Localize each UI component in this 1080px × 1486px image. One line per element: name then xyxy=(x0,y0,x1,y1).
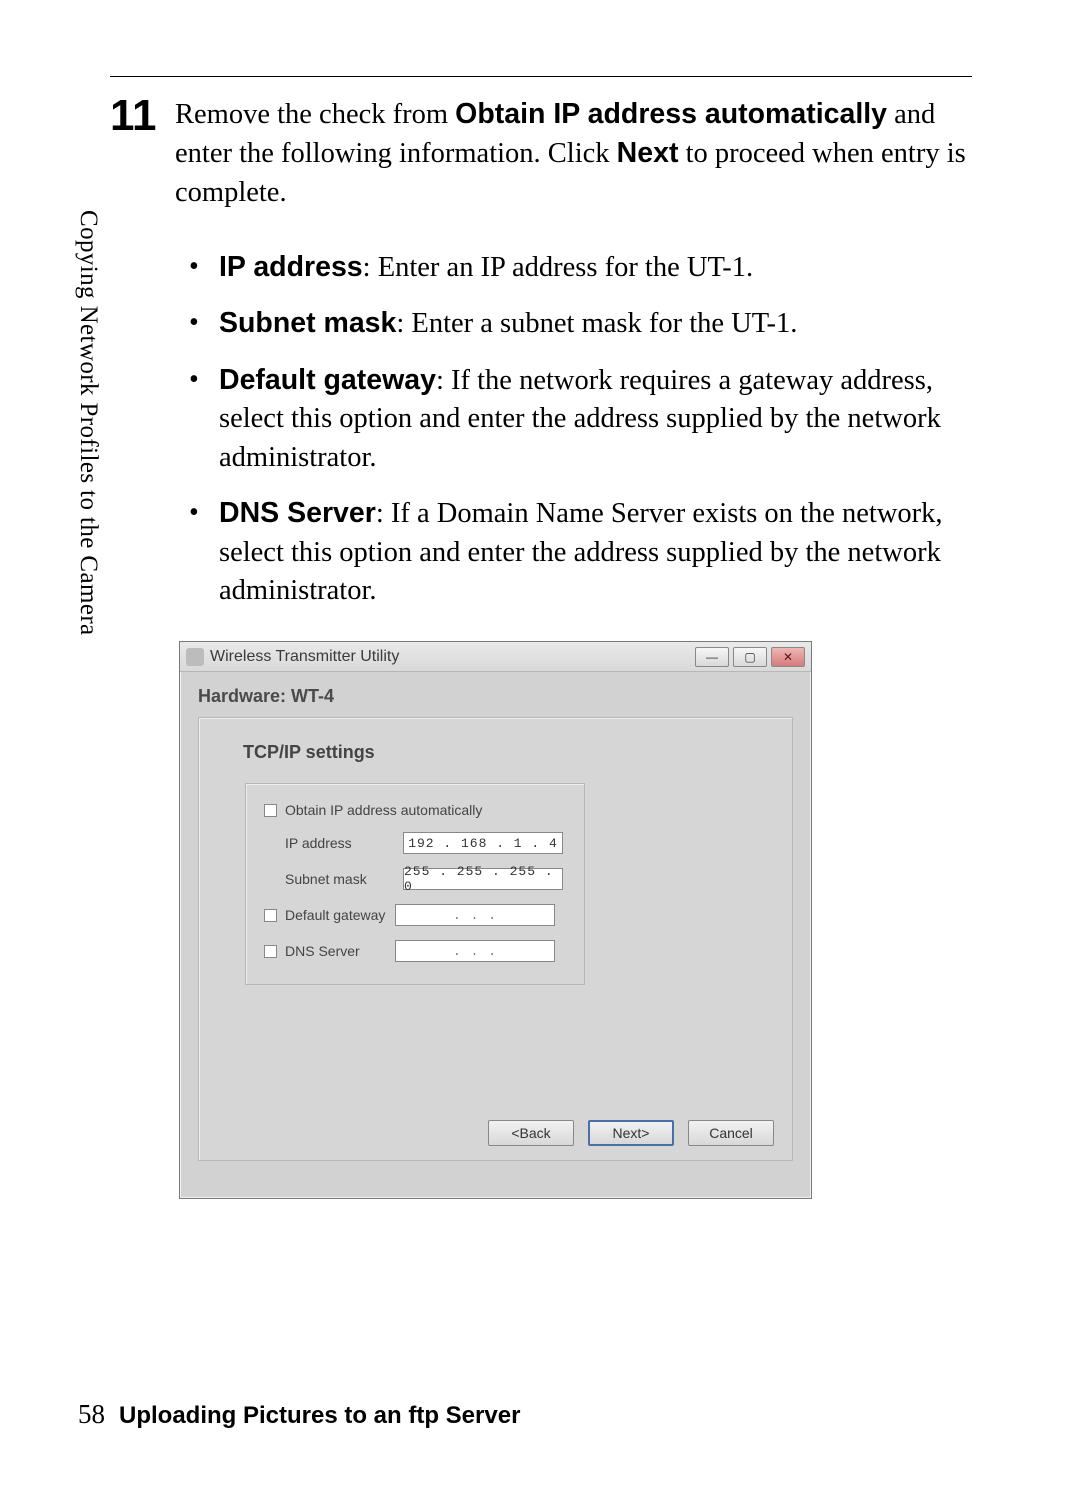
input-gateway[interactable]: . . . xyxy=(395,904,555,926)
row-subnet: Subnet mask 255 . 255 . 255 . 0 xyxy=(264,868,566,890)
maximize-button[interactable]: ▢ xyxy=(733,647,767,667)
page-number: 58 xyxy=(78,1399,105,1429)
label-ip: IP address xyxy=(285,835,403,851)
bullet-gateway-label: Default gateway xyxy=(219,364,436,396)
label-subnet: Subnet mask xyxy=(285,871,403,887)
checkbox-dns[interactable] xyxy=(264,945,277,958)
bullet-dns: DNS Server: If a Domain Name Server exis… xyxy=(175,494,972,610)
dialog-section-title: TCP/IP settings xyxy=(243,742,768,763)
bullet-ip-text: : Enter an IP address for the UT-1. xyxy=(363,252,753,283)
dialog-button-row: <Back Next> Cancel xyxy=(488,1120,774,1146)
dialog-hardware: Hardware: WT-4 xyxy=(194,682,797,717)
bullet-subnet-text: : Enter a subnet mask for the UT-1. xyxy=(396,308,797,339)
row-dns: DNS Server . . . xyxy=(264,940,566,962)
input-dns[interactable]: . . . xyxy=(395,940,555,962)
checkbox-obtain-auto[interactable] xyxy=(264,804,277,817)
dialog-title: Wireless Transmitter Utility xyxy=(210,648,695,666)
step-instruction: Remove the check from Obtain IP address … xyxy=(175,95,972,212)
label-gateway: Default gateway xyxy=(285,907,395,923)
cancel-button[interactable]: Cancel xyxy=(688,1120,774,1146)
sidebar-section-label: Copying Network Profiles to the Camera xyxy=(74,210,102,636)
header-rule xyxy=(110,76,972,77)
step-text-a: Remove the check from xyxy=(175,99,455,130)
dialog-titlebar[interactable]: Wireless Transmitter Utility — ▢ ✕ xyxy=(180,642,811,672)
step-number: 11 xyxy=(110,91,157,141)
step-bold-obtain: Obtain IP address automatically xyxy=(455,98,887,130)
row-gateway: Default gateway . . . xyxy=(264,904,566,926)
input-subnet[interactable]: 255 . 255 . 255 . 0 xyxy=(403,868,563,890)
dialog-wireless-transmitter: Wireless Transmitter Utility — ▢ ✕ Hardw… xyxy=(179,641,812,1199)
page-footer: 58 Uploading Pictures to an ftp Server xyxy=(78,1399,520,1430)
page: Copying Network Profiles to the Camera 1… xyxy=(0,0,1080,1486)
back-button[interactable]: <Back xyxy=(488,1120,574,1146)
row-obtain-auto: Obtain IP address automatically xyxy=(264,802,566,818)
bullet-subnet: Subnet mask: Enter a subnet mask for the… xyxy=(175,304,972,343)
input-ip[interactable]: 192 . 168 . 1 . 4 xyxy=(403,832,563,854)
dialog-panel: TCP/IP settings Obtain IP address automa… xyxy=(198,717,793,1161)
bullet-subnet-label: Subnet mask xyxy=(219,307,396,339)
bullet-dns-label: DNS Server xyxy=(219,497,376,529)
next-button[interactable]: Next> xyxy=(588,1120,674,1146)
close-button[interactable]: ✕ xyxy=(771,647,805,667)
minimize-button[interactable]: — xyxy=(695,647,729,667)
label-dns: DNS Server xyxy=(285,943,395,959)
dialog-fields: Obtain IP address automatically IP addre… xyxy=(245,783,585,985)
dialog-body: Hardware: WT-4 TCP/IP settings Obtain IP… xyxy=(180,672,811,1175)
app-icon xyxy=(186,648,204,666)
window-controls: — ▢ ✕ xyxy=(695,647,805,667)
bullet-list: IP address: Enter an IP address for the … xyxy=(175,248,972,628)
label-obtain-auto: Obtain IP address automatically xyxy=(285,802,482,818)
row-ip: IP address 192 . 168 . 1 . 4 xyxy=(264,832,566,854)
bullet-ip-label: IP address xyxy=(219,251,363,283)
footer-title: Uploading Pictures to an ftp Server xyxy=(119,1402,520,1429)
bullet-ip: IP address: Enter an IP address for the … xyxy=(175,248,972,287)
checkbox-gateway[interactable] xyxy=(264,909,277,922)
bullet-gateway: Default gateway: If the network requires… xyxy=(175,361,972,477)
step-bold-next: Next xyxy=(617,137,679,169)
